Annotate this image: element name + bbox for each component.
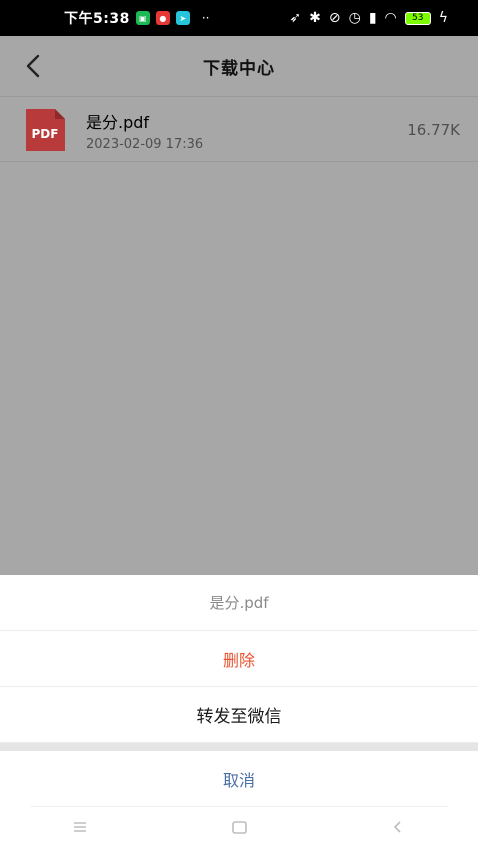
sheet-divider	[0, 743, 478, 751]
app-notification-icon: ●	[155, 11, 170, 25]
more-notifications-icon: ··	[201, 11, 210, 25]
top-bar: 下载中心	[0, 36, 478, 97]
charging-icon: ϟ	[438, 10, 448, 26]
alarm-icon: ◷	[348, 10, 361, 26]
pdf-file-icon: PDF	[26, 109, 65, 151]
page-title: 下载中心	[203, 58, 275, 79]
cancel-button[interactable]: 取消	[30, 751, 448, 807]
file-list-item[interactable]: PDF 是分.pdf 2023-02-09 17:36 16.77K	[0, 97, 478, 162]
back-icon[interactable]	[22, 52, 46, 80]
menu-icon[interactable]	[68, 815, 92, 839]
bluetooth-icon: ✱	[309, 10, 321, 26]
file-name: 是分.pdf	[86, 113, 150, 132]
status-time: 下午5:38	[64, 11, 130, 27]
app-notification-icon: ➤	[175, 11, 190, 25]
location-icon: ➶	[289, 10, 302, 26]
system-nav-bar	[0, 804, 478, 850]
status-bar: 下午5:38 ▣ ● ➤ ·· ➶ ✱ ⊘ ◷ ▮ ◠ 53 ϟ	[0, 0, 478, 36]
status-left: 下午5:38 ▣ ● ➤ ··	[64, 8, 209, 28]
battery-icon: 53	[404, 11, 431, 25]
back-nav-icon[interactable]	[386, 815, 410, 839]
forward-to-wechat-button[interactable]: 转发至微信	[0, 687, 478, 743]
action-sheet: 是分.pdf 删除 转发至微信 取消	[0, 575, 478, 850]
home-icon[interactable]	[227, 815, 251, 839]
file-size: 16.77K	[407, 121, 460, 139]
mute-icon: ⊘	[328, 10, 341, 26]
wifi-icon: ◠	[384, 10, 397, 26]
action-sheet-title: 是分.pdf	[0, 575, 478, 631]
file-date: 2023-02-09 17:36	[86, 137, 204, 152]
download-center-page: 下载中心 PDF 是分.pdf 2023-02-09 17:36 16.77K	[0, 36, 478, 574]
pdf-icon-label: PDF	[32, 127, 59, 141]
status-right: ➶ ✱ ⊘ ◷ ▮ ◠ 53 ϟ	[289, 10, 448, 26]
file-info: 是分.pdf 2023-02-09 17:36	[86, 109, 203, 152]
app-notification-icon: ▣	[135, 11, 150, 25]
delete-button[interactable]: 删除	[0, 631, 478, 687]
signal-icon: ▮	[368, 10, 377, 26]
